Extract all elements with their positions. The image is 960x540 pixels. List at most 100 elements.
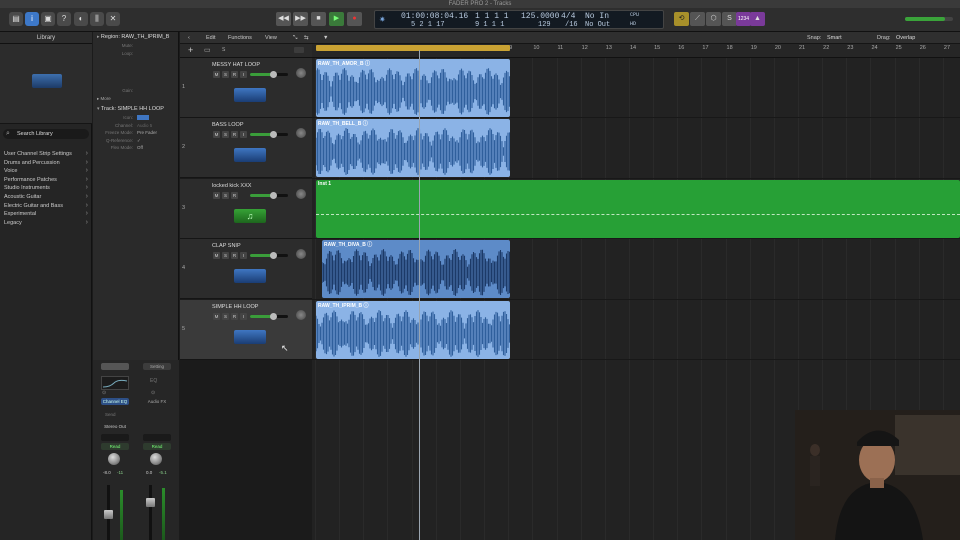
link-icon-2[interactable]: ⊙ (151, 390, 155, 396)
audio-region[interactable]: RAW_TH_DIVA_B ⓘ (322, 240, 510, 299)
inspector-icon[interactable]: i (25, 12, 39, 26)
midi-region[interactable]: Inst 1 (316, 179, 960, 238)
drag-dropdown[interactable]: Overlap (896, 35, 915, 41)
region-param-row[interactable] (93, 57, 178, 65)
region-param-row[interactable] (93, 65, 178, 73)
track-pan-knob[interactable] (296, 309, 306, 320)
region-inspector-header[interactable]: ▸ Region: RAW_TH_IPRIM_B (93, 32, 178, 42)
record-enable-button[interactable]: R (231, 312, 238, 320)
record-enable-button[interactable]: R (231, 131, 238, 139)
link-icon[interactable]: ⊙ (102, 390, 106, 396)
filter-icon[interactable]: ▼ (323, 35, 328, 41)
playhead[interactable] (419, 50, 420, 540)
lcd-display[interactable]: ✷ 01:00:08:04.16 5 2 1 17 1 1 1 1 9 1 1 … (374, 10, 664, 29)
region-param-row[interactable] (93, 80, 178, 88)
solo-button[interactable]: S (222, 191, 229, 199)
group-slot-2[interactable] (143, 434, 171, 441)
new-folder-icon[interactable]: ▭ (204, 46, 211, 54)
track-pan-knob[interactable] (296, 128, 306, 139)
solo-button[interactable]: S (222, 312, 229, 320)
track-name[interactable]: MESSY HAT LOOP (212, 62, 260, 68)
track-options-button[interactable] (294, 47, 304, 53)
track-icon-swatch[interactable] (137, 115, 149, 121)
channel-eq-button[interactable]: Channel EQ (101, 398, 129, 405)
track-param-row[interactable]: Icon: (93, 114, 178, 122)
add-track-icon[interactable]: + (188, 45, 193, 55)
audio-region[interactable]: RAW_TH_BELL_B ⓘ (316, 119, 510, 178)
track-name[interactable]: SIMPLE HH LOOP (212, 304, 258, 310)
track-inspector-header[interactable]: ▾ Track: SIMPLE HH LOOP (93, 104, 178, 114)
replace-icon[interactable]: ⟋ (690, 12, 705, 26)
output-label[interactable]: Stereo Out (101, 424, 129, 429)
view-menu[interactable]: View (265, 35, 277, 41)
library-item[interactable]: Legacy (4, 219, 90, 229)
track-param-row[interactable]: Freeze Mode: Pre Fader (93, 129, 178, 137)
track-name[interactable]: CLAP SNIP (212, 243, 241, 249)
stop-button[interactable]: ■ (311, 12, 326, 26)
audio-fx-button[interactable]: Audio FX (143, 398, 171, 405)
record-enable-button[interactable]: R (231, 252, 238, 260)
master-volume-slider[interactable] (905, 17, 953, 21)
library-search-input[interactable]: ⌕ Search Library (3, 129, 89, 139)
library-item[interactable]: Experimental (4, 210, 90, 220)
cycle-button[interactable]: ⟲ (674, 12, 689, 26)
library-item[interactable]: Acoustic Guitar (4, 193, 90, 203)
tuner-icon[interactable]: ⬡ (706, 12, 721, 26)
library-icon[interactable]: ▤ (9, 12, 23, 26)
track-header[interactable]: 4 CLAP SNIP M S R I (180, 239, 312, 300)
back-arrow-icon[interactable]: ‹ (188, 35, 190, 41)
track-name[interactable]: locked kick XXX (212, 183, 251, 189)
volume-fader[interactable] (104, 510, 113, 519)
automation-read-button-2[interactable]: Read (143, 443, 171, 450)
solo-icon[interactable]: S (722, 12, 737, 26)
region-param-row[interactable]: Loop: (93, 50, 178, 58)
track-header[interactable]: 1 MESSY HAT LOOP M S R I (180, 58, 312, 118)
solo-button[interactable]: S (222, 71, 229, 78)
library-item[interactable]: Performance Patches (4, 176, 90, 186)
record-button[interactable]: ● (347, 12, 362, 26)
track-volume-slider[interactable] (250, 71, 288, 78)
count-in-button[interactable]: 1234 (736, 12, 751, 26)
pan-knob[interactable] (108, 453, 120, 465)
catch-icon[interactable]: ⤡ (293, 35, 297, 42)
input-monitor-button[interactable]: I (240, 252, 247, 260)
volume-fader-track-2[interactable] (149, 485, 152, 540)
track-param-row[interactable]: Q-Reference: ✓ (93, 137, 178, 145)
track-param-row[interactable]: Channel: Audio 5 (93, 122, 178, 130)
smart-controls-icon[interactable]: ◐ (74, 12, 88, 26)
pan-knob-2[interactable] (150, 453, 162, 465)
toolbar-icon[interactable]: ▣ (41, 12, 55, 26)
region-param-row[interactable] (93, 72, 178, 80)
forward-button[interactable]: ▶▶ (293, 12, 308, 26)
more-disclosure[interactable]: ▸ More (93, 95, 178, 103)
record-enable-button[interactable]: R (231, 191, 238, 199)
eq-thumbnail[interactable] (101, 376, 129, 390)
strip-setting-button-2[interactable]: Setting (143, 363, 171, 370)
track-header[interactable]: 5 SIMPLE HH LOOP M S R I (180, 299, 312, 360)
audio-region[interactable]: RAW_TH_IPRIM_B ⓘ (316, 300, 510, 359)
group-slot[interactable] (101, 434, 129, 441)
mute-button[interactable]: M (213, 191, 220, 199)
region-param-row[interactable]: Mute: (93, 42, 178, 50)
mute-button[interactable]: M (213, 312, 220, 320)
track-pan-knob[interactable] (296, 68, 306, 78)
edit-menu[interactable]: Edit (206, 35, 215, 41)
track-volume-slider[interactable] (250, 252, 288, 260)
audio-region[interactable]: RAW_TH_AMOR_B ⓘ (316, 59, 510, 117)
input-monitor-button[interactable]: I (240, 71, 247, 78)
solo-button[interactable]: S (222, 252, 229, 260)
solo-button[interactable]: S (222, 131, 229, 139)
play-button[interactable]: ▶ (329, 12, 344, 26)
automation-read-button[interactable]: Read (101, 443, 129, 450)
region-param-row[interactable]: Gain: (93, 87, 178, 95)
track-volume-slider[interactable] (250, 191, 288, 199)
snap-dropdown[interactable]: Smart (827, 35, 842, 41)
functions-menu[interactable]: Functions (228, 35, 252, 41)
volume-fader-2[interactable] (146, 498, 155, 507)
mute-button[interactable]: M (213, 252, 220, 260)
track-pan-knob[interactable] (296, 249, 306, 260)
library-item[interactable]: Drums and Percussion (4, 159, 90, 169)
track-volume-slider[interactable] (250, 312, 288, 320)
mixer-icon[interactable]: ⫼ (90, 12, 104, 26)
input-monitor-button[interactable]: I (240, 131, 247, 139)
